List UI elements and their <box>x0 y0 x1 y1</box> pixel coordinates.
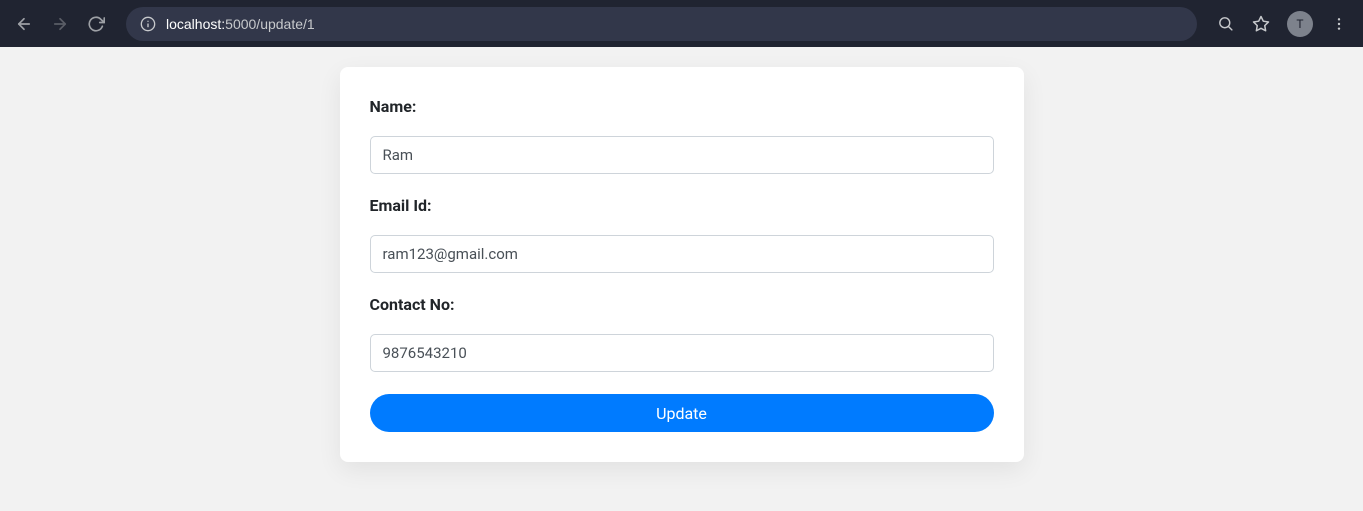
arrow-left-icon <box>15 15 33 33</box>
zoom-button[interactable] <box>1209 8 1241 40</box>
search-icon <box>1217 15 1234 32</box>
page-content: Name: Email Id: Contact No: Update <box>0 47 1363 462</box>
update-button[interactable]: Update <box>370 394 994 432</box>
update-form-card: Name: Email Id: Contact No: Update <box>340 67 1024 462</box>
forward-button[interactable] <box>44 8 76 40</box>
avatar-letter: T <box>1296 17 1303 31</box>
url-path: 5000/update/1 <box>225 16 315 32</box>
email-input[interactable] <box>370 235 994 273</box>
address-bar[interactable]: localhost:5000/update/1 <box>126 7 1197 41</box>
menu-button[interactable] <box>1323 8 1355 40</box>
site-info-icon[interactable] <box>140 16 156 32</box>
contact-label: Contact No: <box>370 295 994 314</box>
browser-toolbar: localhost:5000/update/1 T <box>0 0 1363 47</box>
reload-icon <box>87 15 105 33</box>
contact-input[interactable] <box>370 334 994 372</box>
bookmark-button[interactable] <box>1245 8 1277 40</box>
name-label: Name: <box>370 97 994 116</box>
star-icon <box>1252 15 1270 33</box>
url-text: localhost:5000/update/1 <box>166 16 315 32</box>
profile-avatar[interactable]: T <box>1287 11 1313 37</box>
name-input[interactable] <box>370 136 994 174</box>
kebab-icon <box>1331 16 1347 32</box>
back-button[interactable] <box>8 8 40 40</box>
email-label: Email Id: <box>370 196 994 215</box>
url-host: localhost: <box>166 16 225 32</box>
arrow-right-icon <box>51 15 69 33</box>
reload-button[interactable] <box>80 8 112 40</box>
